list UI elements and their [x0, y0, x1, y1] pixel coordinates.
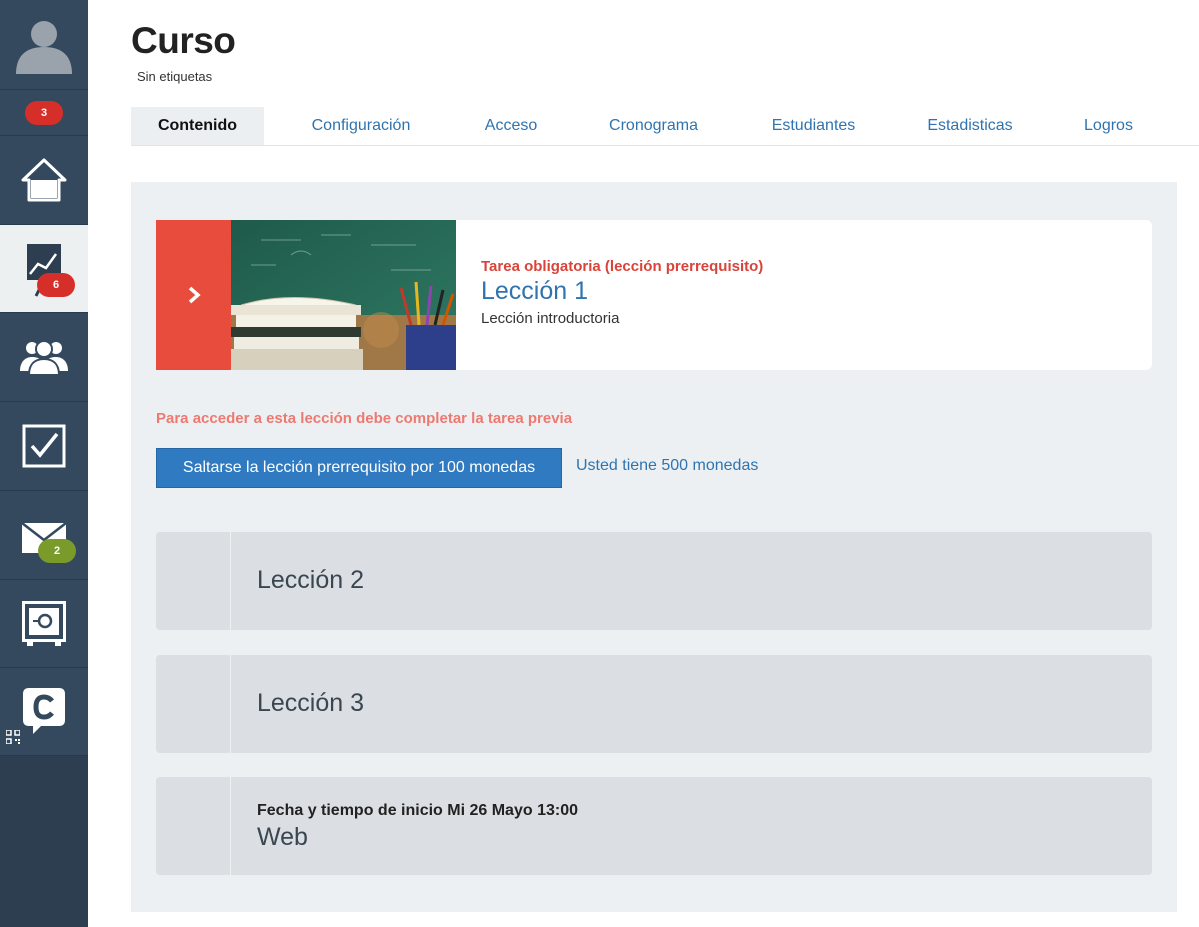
access-warning: Para acceder a esta lección debe complet… — [156, 410, 573, 427]
sidebar: 3 6 2 — [0, 0, 88, 927]
tab-acceso[interactable]: Acceso — [461, 107, 561, 145]
lesson-thumbnail — [231, 220, 456, 370]
notifications-badge: 3 — [25, 101, 63, 125]
chevron-right-icon — [188, 286, 201, 304]
tab-estudiantes[interactable]: Estudiantes — [751, 107, 876, 145]
checkbox-icon — [22, 424, 66, 468]
sidebar-item-chat[interactable] — [0, 668, 88, 756]
page-title: Curso — [131, 20, 236, 61]
sidebar-item-mail[interactable]: 2 — [0, 491, 88, 580]
page-tags: Sin etiquetas — [137, 69, 213, 84]
sidebar-item-tasks[interactable] — [0, 402, 88, 491]
safe-icon — [22, 601, 66, 646]
qr-code-icon[interactable] — [6, 730, 20, 744]
coins-balance: Usted tiene 500 monedas — [576, 457, 759, 474]
users-icon — [20, 340, 68, 376]
chat-logo-icon — [23, 688, 65, 734]
skip-prerequisite-button[interactable]: Saltarse la lección prerrequisito por 10… — [156, 448, 562, 488]
lesson-requirement-label: Tarea obligatoria (lección prerrequisito… — [481, 258, 764, 275]
tab-estadisticas[interactable]: Estadisticas — [906, 107, 1034, 145]
lesson-card-2: Lección 2 — [156, 532, 1152, 630]
lesson-subtitle: Lección introductoria — [481, 310, 620, 327]
course-badge: 6 — [37, 273, 75, 297]
sidebar-item-home[interactable] — [0, 136, 88, 225]
tab-contenido[interactable]: Contenido — [131, 107, 264, 145]
card-divider — [230, 777, 231, 875]
lesson-card-3: Lección 3 — [156, 655, 1152, 753]
lesson-title: Lección 2 — [257, 566, 365, 594]
avatar-icon — [16, 21, 72, 74]
lesson-title-link[interactable]: Lección 1 — [481, 277, 763, 306]
sidebar-notifications[interactable]: 3 — [0, 90, 88, 136]
sidebar-item-users[interactable] — [0, 313, 88, 402]
lesson-info: Tarea obligatoria (lección prerrequisito… — [481, 258, 763, 327]
lesson-card-web: Fecha y tiempo de inicio Mi 26 Mayo 13:0… — [156, 777, 1152, 875]
mail-badge: 2 — [38, 539, 76, 563]
lesson-title: Lección 3 — [257, 689, 365, 717]
tab-cronograma[interactable]: Cronograma — [591, 107, 716, 145]
tab-bar: Contenido Configuración Acceso Cronogram… — [131, 107, 1199, 146]
tab-logros[interactable]: Logros — [1066, 107, 1151, 145]
sidebar-avatar[interactable] — [0, 0, 88, 90]
lesson-card-1[interactable]: Tarea obligatoria (lección prerrequisito… — [156, 220, 1152, 370]
lesson-expand-button[interactable] — [156, 220, 231, 370]
home-icon — [21, 158, 67, 202]
sidebar-item-safe[interactable] — [0, 580, 88, 668]
lesson-start-date: Fecha y tiempo de inicio Mi 26 Mayo 13:0… — [257, 802, 578, 819]
sidebar-item-course[interactable]: 6 — [0, 225, 88, 313]
card-divider — [230, 532, 231, 630]
lesson-title: Web — [257, 823, 308, 851]
content-panel: Tarea obligatoria (lección prerrequisito… — [131, 182, 1177, 912]
tab-configuracion[interactable]: Configuración — [291, 107, 431, 145]
card-divider — [230, 655, 231, 753]
